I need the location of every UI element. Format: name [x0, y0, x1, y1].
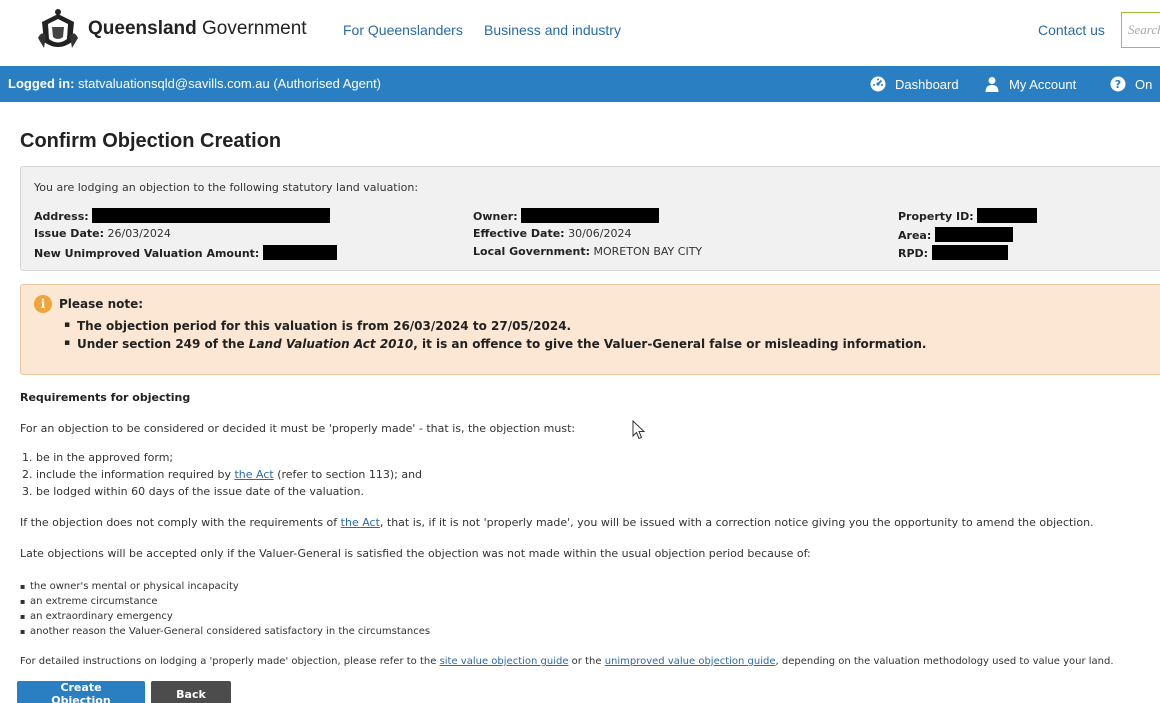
issue-date-field: Issue Date: 26/03/2024: [34, 227, 171, 240]
back-button[interactable]: Back: [151, 681, 231, 703]
guide-paragraph: For detailed instructions on lodging a '…: [20, 656, 1114, 667]
owner-field: Owner:: [473, 208, 660, 223]
guide-post: , depending on the valuation methodology…: [775, 656, 1114, 667]
address-label: Address:: [34, 210, 89, 223]
requirement-item-3: 3. be lodged within 60 days of the issue…: [22, 485, 364, 498]
guide-pre: For detailed instructions on lodging a '…: [20, 656, 440, 667]
late-reason-item: an extraordinary emergency: [20, 611, 173, 622]
site-value-guide-link[interactable]: site value objection guide: [440, 656, 569, 667]
property-id-field: Property ID:: [898, 208, 1038, 223]
rpd-redacted: [931, 245, 1008, 260]
queensland-crest-logo[interactable]: [36, 8, 80, 54]
comply-paragraph: If the objection does not comply with th…: [20, 516, 1094, 529]
dashboard-icon: [870, 76, 886, 92]
online-help-link[interactable]: ? On: [1110, 76, 1152, 92]
the-act-link[interactable]: the Act: [234, 468, 273, 481]
svg-text:?: ?: [1115, 78, 1121, 91]
unimproved-value-guide-link[interactable]: unimproved value objection guide: [605, 656, 776, 667]
online-help-label: On: [1135, 76, 1153, 92]
dashboard-link[interactable]: Dashboard: [870, 76, 959, 92]
rpd-field: RPD:: [898, 245, 1008, 260]
my-account-label: My Account: [1009, 76, 1077, 92]
nav-contact-us[interactable]: Contact us: [1038, 22, 1105, 38]
late-reason-item: another reason the Valuer-General consid…: [20, 626, 430, 637]
brand-bold: Queensland: [88, 18, 197, 39]
site-header: Queensland Government For Queenslanders …: [0, 0, 1160, 66]
valuation-summary: You are lodging an objection to the foll…: [20, 166, 1160, 271]
valuation-amount-field: New Unimproved Valuation Amount:: [34, 245, 337, 260]
requirements-intro: For an objection to be considered or dec…: [20, 422, 576, 435]
address-field: Address:: [34, 208, 331, 223]
note-offence-pre: Under section 249 of the: [77, 337, 249, 351]
the-act-link-2[interactable]: the Act: [341, 516, 380, 529]
issue-date-value: 26/03/2024: [107, 227, 171, 240]
rpd-label: RPD:: [898, 247, 929, 260]
local-government-label: Local Government:: [473, 245, 590, 258]
help-icon: ?: [1110, 76, 1126, 92]
local-government-value: MORETON BAY CITY: [593, 245, 703, 258]
local-government-field: Local Government: MORETON BAY CITY: [473, 245, 702, 258]
guide-mid: or the: [568, 656, 605, 667]
search-input[interactable]: Search: [1121, 12, 1160, 48]
nav-for-queenslanders[interactable]: For Queenslanders: [343, 22, 463, 38]
create-objection-button[interactable]: Create Objection: [17, 681, 145, 703]
owner-label: Owner:: [473, 210, 518, 223]
requirement-2-post: (refer to section 113); and: [273, 468, 423, 481]
area-field: Area:: [898, 227, 1013, 242]
area-label: Area:: [898, 229, 932, 242]
note-title: Please note:: [59, 297, 144, 311]
info-icon: i: [34, 295, 52, 313]
summary-intro: You are lodging an objection to the foll…: [34, 181, 419, 194]
property-id-redacted: [977, 208, 1038, 223]
area-redacted: [934, 227, 1013, 242]
late-reason-item: an extreme circumstance: [20, 596, 158, 607]
issue-date-label: Issue Date:: [34, 227, 104, 240]
logged-in-status: Logged in: statvaluationsqld@savills.com…: [8, 76, 381, 91]
note-act-name: Land Valuation Act 2010: [248, 337, 414, 351]
note-item-objection-period: The objection period for this valuation …: [64, 319, 571, 333]
logged-in-label: Logged in:: [8, 76, 75, 91]
valuation-amount-redacted: [262, 245, 337, 260]
brand-rest: Government: [196, 18, 307, 39]
page-title: Confirm Objection Creation: [20, 130, 282, 152]
logged-in-user: statvaluationsqld@savills.com.au (Author…: [74, 76, 382, 91]
late-reason-item: the owner's mental or physical incapacit…: [20, 581, 239, 592]
user-icon: [985, 77, 999, 92]
requirement-item-1: 1. be in the approved form;: [22, 451, 174, 464]
note-item-offence: Under section 249 of the Land Valuation …: [64, 337, 927, 351]
requirement-item-2: 2. include the information required by t…: [22, 468, 422, 481]
requirement-2-pre: 2. include the information required by: [22, 468, 235, 481]
mouse-pointer-icon: [632, 420, 646, 440]
nav-business-industry[interactable]: Business and industry: [484, 22, 621, 38]
valuation-amount-label: New Unimproved Valuation Amount:: [34, 247, 260, 260]
dashboard-label: Dashboard: [895, 76, 959, 92]
effective-date-field: Effective Date: 30/06/2024: [473, 227, 631, 240]
comply-post: , that is, if it is not 'properly made',…: [379, 516, 1094, 529]
my-account-link[interactable]: My Account: [984, 76, 1076, 92]
user-bar: Logged in: statvaluationsqld@savills.com…: [0, 66, 1160, 102]
site-brand[interactable]: Queensland Government: [88, 18, 307, 40]
property-id-label: Property ID:: [898, 210, 974, 223]
please-note-alert: i Please note: The objection period for …: [20, 284, 1160, 375]
effective-date-value: 30/06/2024: [568, 227, 632, 240]
owner-redacted: [521, 208, 660, 223]
effective-date-label: Effective Date:: [473, 227, 565, 240]
late-objections-paragraph: Late objections will be accepted only if…: [20, 547, 811, 560]
comply-pre: If the objection does not comply with th…: [20, 516, 341, 529]
address-redacted: [92, 208, 331, 223]
requirements-heading: Requirements for objecting: [20, 391, 191, 404]
note-offence-post: , it is an offence to give the Valuer-Ge…: [413, 337, 927, 351]
